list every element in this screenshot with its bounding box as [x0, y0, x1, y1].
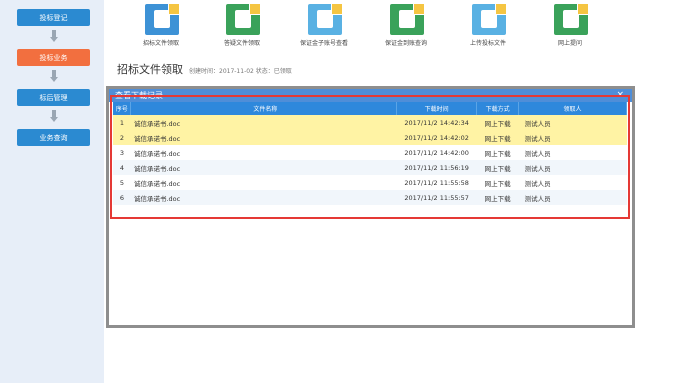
dialog-header: 查看下载记录 × [109, 89, 632, 102]
cell-file-name: 诚信承诺书.doc [130, 115, 397, 130]
tool-label: 网上提问 [557, 40, 582, 47]
page-title: 招标文件领取 [117, 63, 183, 76]
down-arrow-icon [50, 70, 58, 82]
cell-file-name: 诚信承诺书.doc [130, 175, 397, 190]
step-label: 投标登记 [39, 13, 68, 22]
dialog-title: 查看下载记录 [115, 91, 163, 100]
tool-deposit-arrival-query[interactable]: 保证金到账查询 [366, 3, 446, 50]
search-document-icon [554, 3, 589, 35]
upload-tray-icon [472, 3, 507, 35]
cell-method: 网上下载 [476, 115, 519, 130]
cell-receiver: 测试人员 [518, 160, 627, 175]
download-records-table: 序号 文件名称 下载时间 下载方式 领取人 1 诚信承诺书.doc 2017/1… [113, 102, 627, 205]
file-download-icon [145, 3, 180, 35]
cell-file-name: 诚信承诺书.doc [130, 145, 397, 160]
table-row[interactable]: 6 诚信承诺书.doc 2017/11/2 11:55:57 网上下载 测试人员 [113, 190, 627, 205]
tool-label: 上传投标文件 [469, 40, 506, 47]
cell-method: 网上下载 [476, 145, 519, 160]
tool-tender-file-download[interactable]: 招标文件领取 [121, 3, 201, 50]
table-row[interactable]: 1 诚信承诺书.doc 2017/11/2 14:42:34 网上下载 测试人员 [113, 115, 627, 130]
cell-no: 5 [113, 175, 131, 190]
tool-answer-file-download[interactable]: 答疑文件领取 [202, 3, 282, 50]
cell-no: 4 [113, 160, 131, 175]
column-header[interactable]: 序号 [113, 102, 132, 115]
cell-method: 网上下载 [476, 175, 519, 190]
cell-file-name: 诚信承诺书.doc [130, 130, 397, 145]
cell-file-name: 诚信承诺书.doc [130, 160, 397, 175]
table-row[interactable]: 2 诚信承诺书.doc 2017/11/2 14:42:02 网上下载 测试人员 [113, 130, 627, 145]
step-label: 标后管理 [39, 93, 68, 102]
down-arrow-icon [50, 30, 58, 42]
tool-upload-bid-file[interactable]: 上传投标文件 [448, 3, 528, 50]
cell-no: 6 [113, 190, 131, 205]
column-header[interactable]: 下载方式 [476, 102, 520, 115]
table-row[interactable]: 3 诚信承诺书.doc 2017/11/2 14:42:00 网上下载 测试人员 [113, 145, 627, 160]
cell-receiver: 测试人员 [518, 190, 627, 205]
step-post-bid-management[interactable]: 标后管理 [17, 89, 90, 106]
step-label: 投标业务 [39, 53, 68, 62]
cell-time: 2017/11/2 11:55:57 [396, 190, 477, 205]
toolbar: 招标文件领取 答疑文件领取 保证金子账号查看 保证金到账查询 上传投标文件 网上… [104, 0, 678, 52]
down-arrow-icon [50, 110, 58, 122]
calendar-check-icon [308, 3, 343, 35]
tool-deposit-subaccount[interactable]: 保证金子账号查看 [284, 3, 364, 50]
cell-receiver: 测试人员 [518, 145, 627, 160]
step-bid-business[interactable]: 投标业务 [17, 49, 90, 66]
cell-time: 2017/11/2 14:42:02 [396, 130, 477, 145]
tool-label: 答疑文件领取 [223, 40, 260, 47]
table-row[interactable]: 5 诚信承诺书.doc 2017/11/2 11:55:58 网上下载 测试人员 [113, 175, 627, 190]
tool-online-question[interactable]: 网上提问 [530, 3, 610, 50]
column-header[interactable]: 领取人 [518, 102, 627, 115]
cell-no: 2 [113, 130, 131, 145]
cell-receiver: 测试人员 [518, 130, 627, 145]
cell-time: 2017/11/2 14:42:00 [396, 145, 477, 160]
cell-method: 网上下载 [476, 130, 519, 145]
cell-time: 2017/11/2 11:55:58 [396, 175, 477, 190]
page-heading: 招标文件领取 创建时间：2017-11-02 状态：已领取 [117, 61, 292, 77]
step-bid-registration[interactable]: 投标登记 [17, 9, 90, 26]
table-header-row: 序号 文件名称 下载时间 下载方式 领取人 [113, 102, 627, 115]
tool-label: 保证金到账查询 [384, 40, 427, 47]
step-label: 业务查询 [39, 133, 68, 142]
cell-time: 2017/11/2 14:42:34 [396, 115, 477, 130]
tool-label: 保证金子账号查看 [299, 40, 348, 47]
column-header[interactable]: 文件名称 [130, 102, 398, 115]
page-meta: 创建时间：2017-11-02 状态：已领取 [189, 68, 292, 75]
step-business-query[interactable]: 业务查询 [17, 129, 90, 146]
download-records-dialog: 查看下载记录 × 序号 文件名称 下载时间 下载方式 领取人 1 诚信承诺书.d… [106, 86, 635, 328]
tool-label: 招标文件领取 [142, 40, 179, 47]
table-row[interactable]: 4 诚信承诺书.doc 2017/11/2 11:56:19 网上下载 测试人员 [113, 160, 627, 175]
cell-receiver: 测试人员 [518, 115, 627, 130]
cell-no: 3 [113, 145, 131, 160]
document-icon [226, 3, 261, 35]
cell-method: 网上下载 [476, 190, 519, 205]
cell-receiver: 测试人员 [518, 175, 627, 190]
cell-time: 2017/11/2 11:56:19 [396, 160, 477, 175]
cell-no: 1 [113, 115, 131, 130]
cell-file-name: 诚信承诺书.doc [130, 190, 397, 205]
sidebar: 投标登记 投标业务 标后管理 业务查询 [0, 0, 104, 383]
close-icon[interactable]: × [616, 89, 624, 102]
cell-method: 网上下载 [476, 160, 519, 175]
column-header[interactable]: 下载时间 [396, 102, 478, 115]
transfer-icon [390, 3, 425, 35]
